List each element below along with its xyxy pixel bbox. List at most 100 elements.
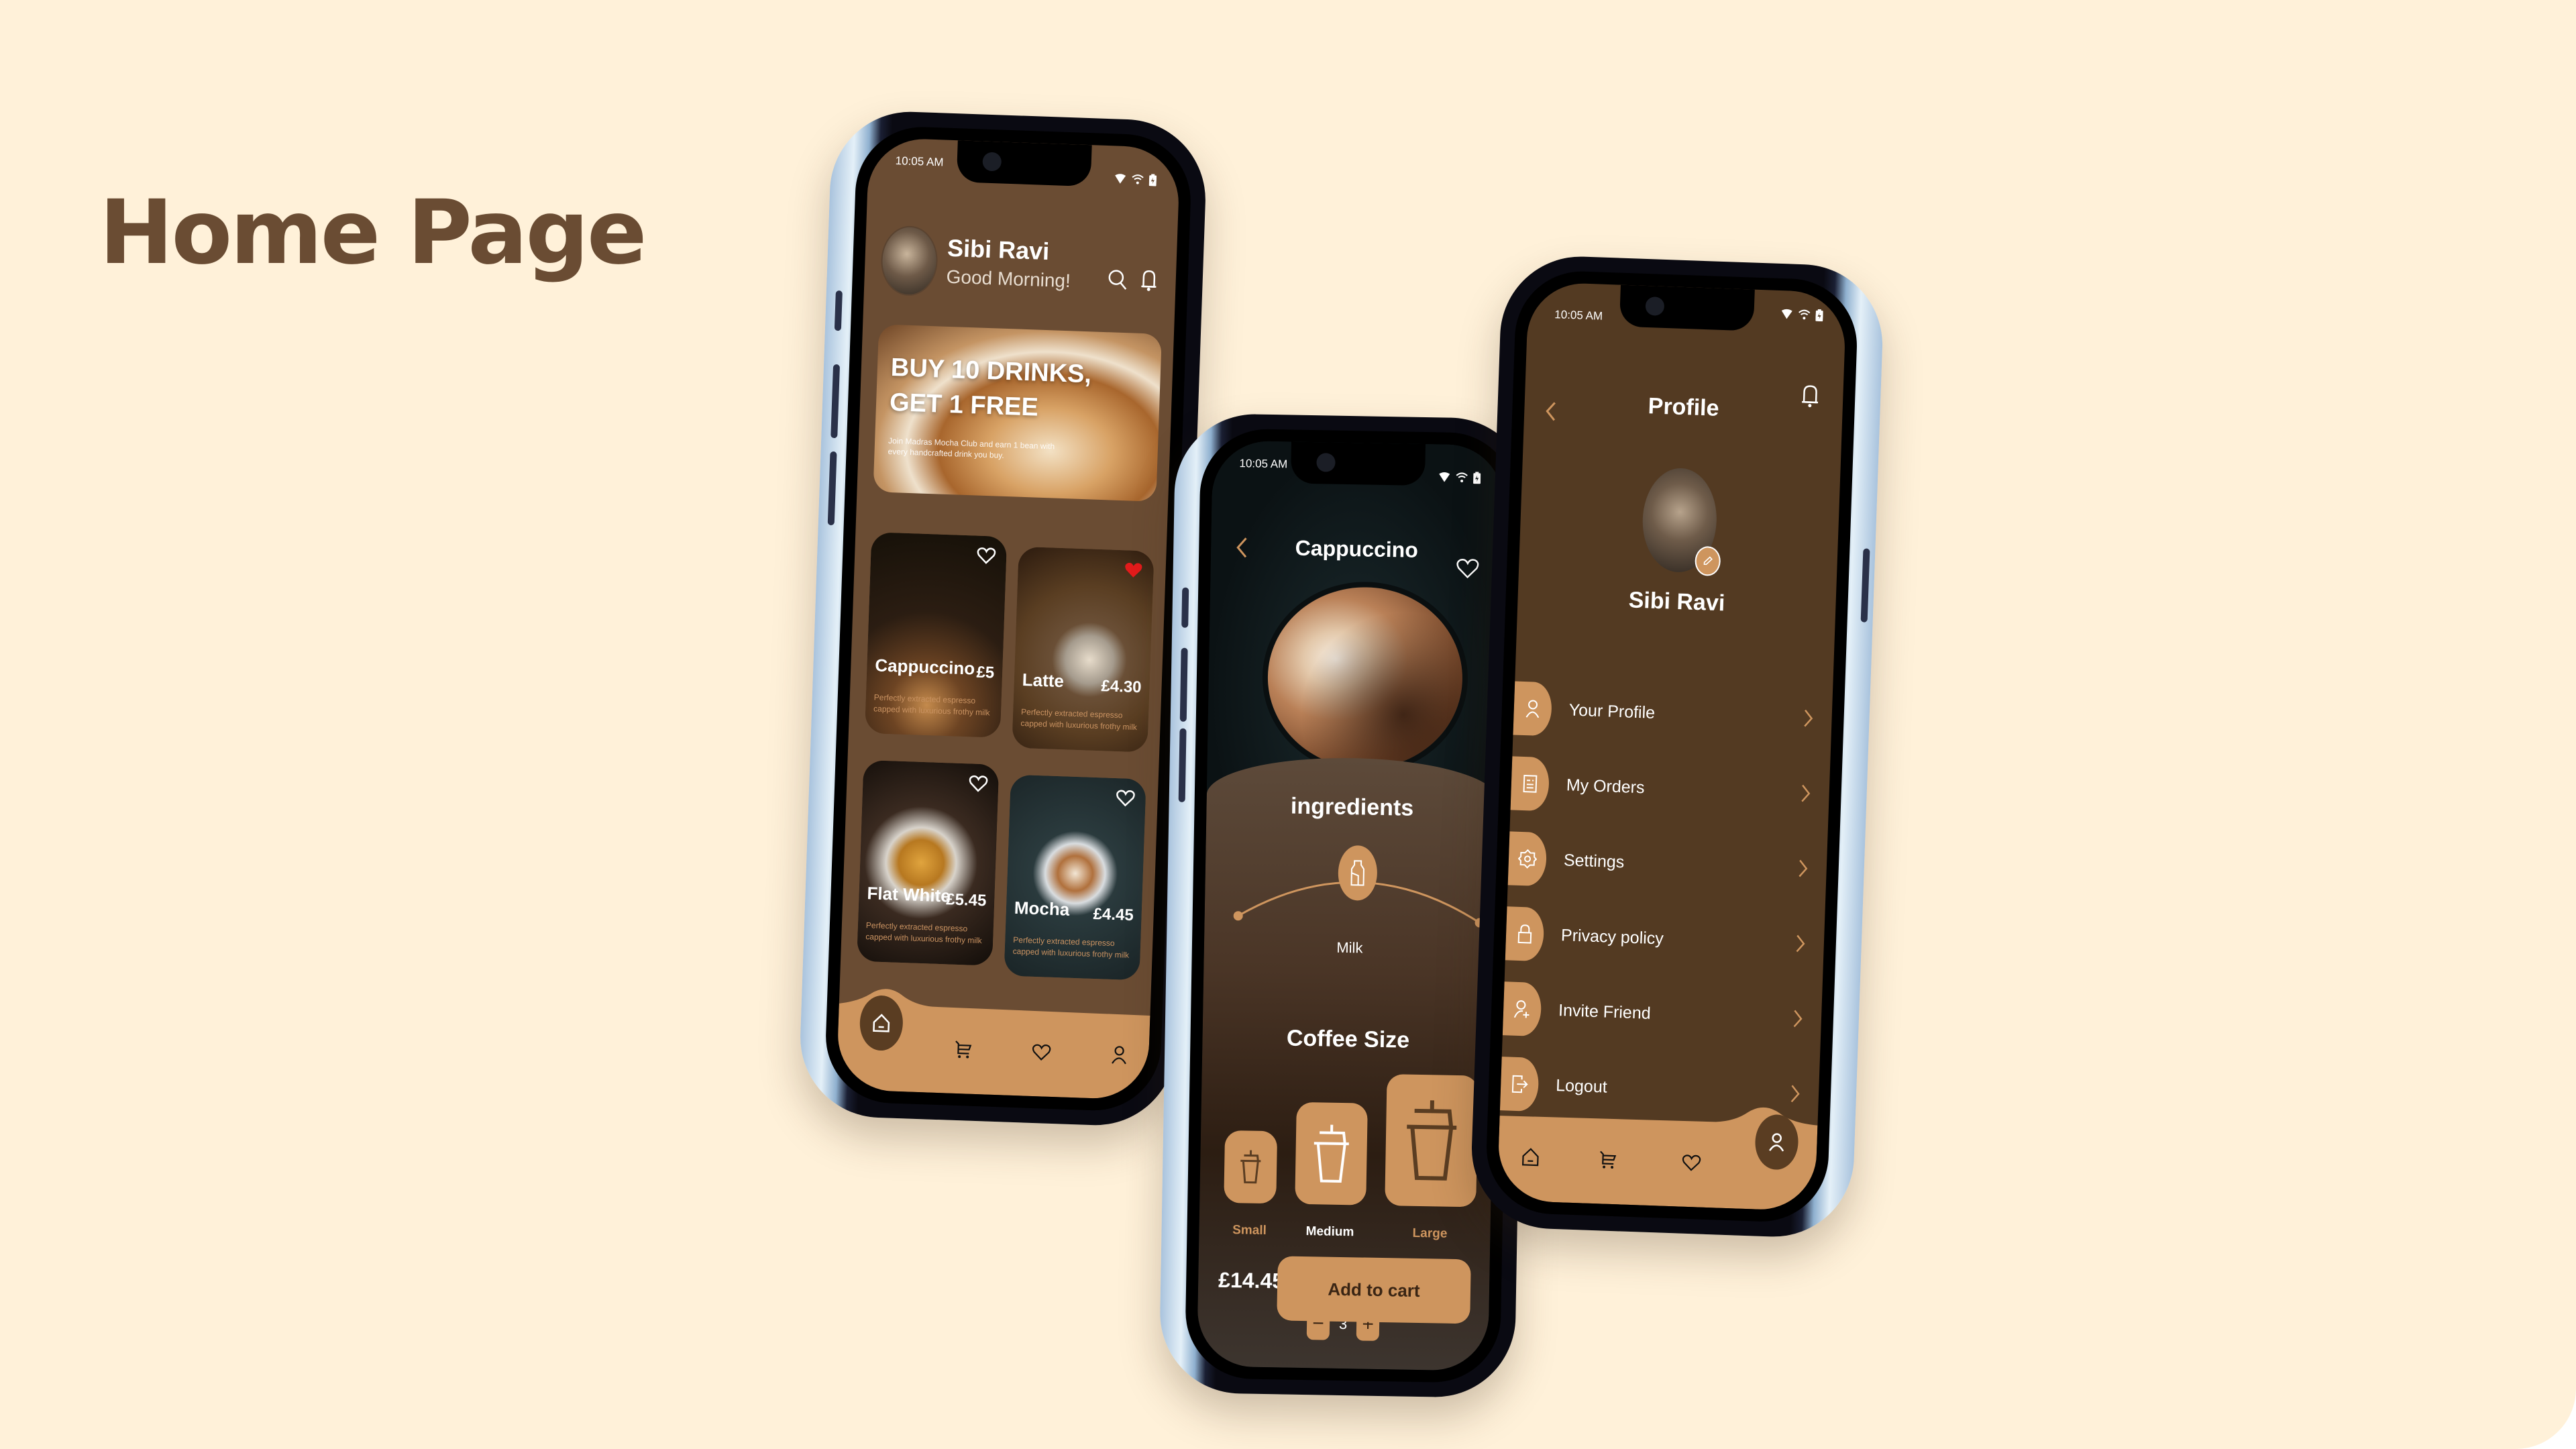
signal-icon <box>1115 174 1126 184</box>
heart-outline-icon[interactable] <box>969 774 988 792</box>
product-name: Cappuccino <box>874 655 975 679</box>
avatar[interactable] <box>879 225 939 297</box>
home-header: Sibi Ravi Good Morning! <box>879 225 1162 308</box>
size-medium-label: Medium <box>1305 1224 1354 1240</box>
status-time: 10:05 AM <box>1239 457 1288 471</box>
menu-item-my-orders[interactable]: My Orders <box>1510 745 1812 830</box>
heart-icon <box>1682 1155 1701 1171</box>
product-name: Flat White <box>867 883 951 906</box>
heart-outline-icon[interactable] <box>1456 557 1480 580</box>
volume-down-button <box>1178 728 1187 802</box>
greeting: Good Morning! <box>946 266 1071 292</box>
bezel: 10:05 AM Profile Sibi Ravi Your Profile … <box>1484 269 1860 1224</box>
heart-outline-icon[interactable] <box>977 547 996 565</box>
coffee-size-title: Coffee Size <box>1286 1025 1410 1053</box>
detail-screen: 10:05 AM Cappuccino ingredients Milk Cof… <box>1196 440 1505 1371</box>
bell-icon[interactable] <box>1140 269 1157 292</box>
chevron-right-icon <box>1793 1010 1803 1028</box>
add-user-icon <box>1513 1000 1529 1018</box>
hero-image <box>1206 440 1505 794</box>
wifi-icon <box>1799 309 1811 320</box>
heart-filled-icon[interactable] <box>1124 561 1143 579</box>
product-description: Perfectly extracted espresso capped with… <box>1012 934 1130 960</box>
heart-icon <box>1032 1044 1051 1061</box>
home-icon <box>1521 1148 1539 1167</box>
mute-switch <box>1181 587 1189 628</box>
menu-item-settings[interactable]: Settings <box>1507 820 1809 906</box>
add-to-cart-button[interactable]: Add to cart <box>1277 1256 1471 1324</box>
size-medium-button[interactable] <box>1295 1102 1368 1205</box>
menu-label: Privacy policy <box>1560 925 1664 948</box>
bottom-nav <box>1497 1087 1819 1212</box>
menu-item-invite-friend[interactable]: Invite Friend <box>1502 971 1804 1056</box>
product-price: £4.45 <box>1093 904 1134 925</box>
product-name: Mocha <box>1014 897 1070 920</box>
page-title: Home Page <box>99 181 647 284</box>
cart-icon <box>1600 1150 1617 1169</box>
menu-item-your-profile[interactable]: Your Profile <box>1513 671 1815 756</box>
menu-label: Settings <box>1563 850 1625 871</box>
nav-home[interactable] <box>1517 1143 1544 1171</box>
phone-detail: 10:05 AM Cappuccino ingredients Milk Cof… <box>1159 413 1532 1399</box>
status-bar: 10:05 AM <box>1527 282 1847 339</box>
user-icon <box>1112 1046 1126 1065</box>
orders-icon <box>1523 775 1538 793</box>
promo-banner[interactable]: BUY 10 DRINKS, GET 1 FREE Join Madras Mo… <box>873 324 1162 502</box>
nav-cart[interactable] <box>1595 1146 1622 1173</box>
nav-favorites[interactable] <box>1028 1038 1055 1066</box>
profile-avatar[interactable] <box>1641 467 1721 577</box>
chevron-right-icon <box>1796 934 1805 953</box>
profile-screen: 10:05 AM Profile Sibi Ravi Your Profile … <box>1497 281 1847 1212</box>
bezel: 10:05 AM Sibi Ravi Good Morning! BUY 10 … <box>823 124 1193 1113</box>
battery-charging-icon <box>1148 174 1157 186</box>
user-icon <box>1525 700 1540 718</box>
product-card-mocha[interactable]: Mocha £4.45 Perfectly extracted espresso… <box>1004 774 1146 981</box>
product-grid: Cappuccino £5 Perfectly extracted espres… <box>857 532 1155 981</box>
product-description: Perfectly extracted espresso capped with… <box>1020 707 1138 733</box>
size-small-label: Small <box>1232 1223 1267 1238</box>
menu-label: Invite Friend <box>1558 1000 1652 1023</box>
status-bar: 10:05 AM <box>867 138 1180 195</box>
volume-down-button <box>827 451 837 526</box>
status-time: 10:05 AM <box>1554 308 1603 323</box>
phone-home: 10:05 AM Sibi Ravi Good Morning! BUY 10 … <box>797 109 1209 1128</box>
product-price: £5 <box>976 663 995 682</box>
product-card-flat-white[interactable]: Flat White £5.45 Perfectly extracted esp… <box>857 759 1000 966</box>
promo-subtitle: Join Madras Mocha Club and earn 1 bean w… <box>888 435 1055 460</box>
gear-icon <box>1517 849 1538 869</box>
nav-cart[interactable] <box>950 1036 977 1063</box>
ingredients-title: ingredients <box>1290 793 1414 821</box>
wifi-icon <box>1456 472 1468 482</box>
user-name: Sibi Ravi <box>947 233 1050 266</box>
ingredient-label: Milk <box>1336 938 1363 957</box>
size-large-button[interactable] <box>1385 1074 1479 1208</box>
pencil-icon <box>1703 556 1713 566</box>
menu-label: My Orders <box>1566 775 1646 797</box>
product-price: £4.30 <box>1101 677 1142 697</box>
heart-outline-icon[interactable] <box>1116 789 1135 807</box>
mute-switch <box>834 290 843 331</box>
product-card-latte[interactable]: Latte £4.30 Perfectly extracted espresso… <box>1012 546 1155 753</box>
nav-profile[interactable] <box>1106 1041 1133 1069</box>
status-bar: 10:05 AM <box>1212 440 1504 492</box>
power-button <box>1860 548 1870 623</box>
bezel: 10:05 AM Cappuccino ingredients Milk Cof… <box>1184 428 1517 1384</box>
search-icon[interactable] <box>1107 268 1128 291</box>
milk-carton-icon <box>1350 860 1364 886</box>
bottom-nav <box>836 977 1151 1100</box>
size-large-label: Large <box>1412 1226 1448 1241</box>
lock-icon <box>1517 924 1532 944</box>
volume-up-button <box>830 364 841 439</box>
product-card-cappuccino[interactable]: Cappuccino £5 Perfectly extracted espres… <box>864 532 1008 738</box>
signal-icon <box>1439 472 1450 482</box>
product-description: Perfectly extracted espresso capped with… <box>865 920 982 946</box>
bell-icon[interactable] <box>1801 384 1819 409</box>
product-price: £5.45 <box>945 890 987 910</box>
menu-item-privacy-policy[interactable]: Privacy policy <box>1505 896 1807 981</box>
presentation-canvas: Home Page 10:05 AM Sibi Ravi Good Mornin… <box>0 0 2576 1449</box>
edit-avatar-button[interactable] <box>1694 545 1721 577</box>
size-small-button[interactable] <box>1224 1130 1278 1204</box>
signal-icon <box>1781 309 1792 319</box>
wifi-icon <box>1132 174 1144 184</box>
nav-favorites[interactable] <box>1678 1148 1705 1176</box>
